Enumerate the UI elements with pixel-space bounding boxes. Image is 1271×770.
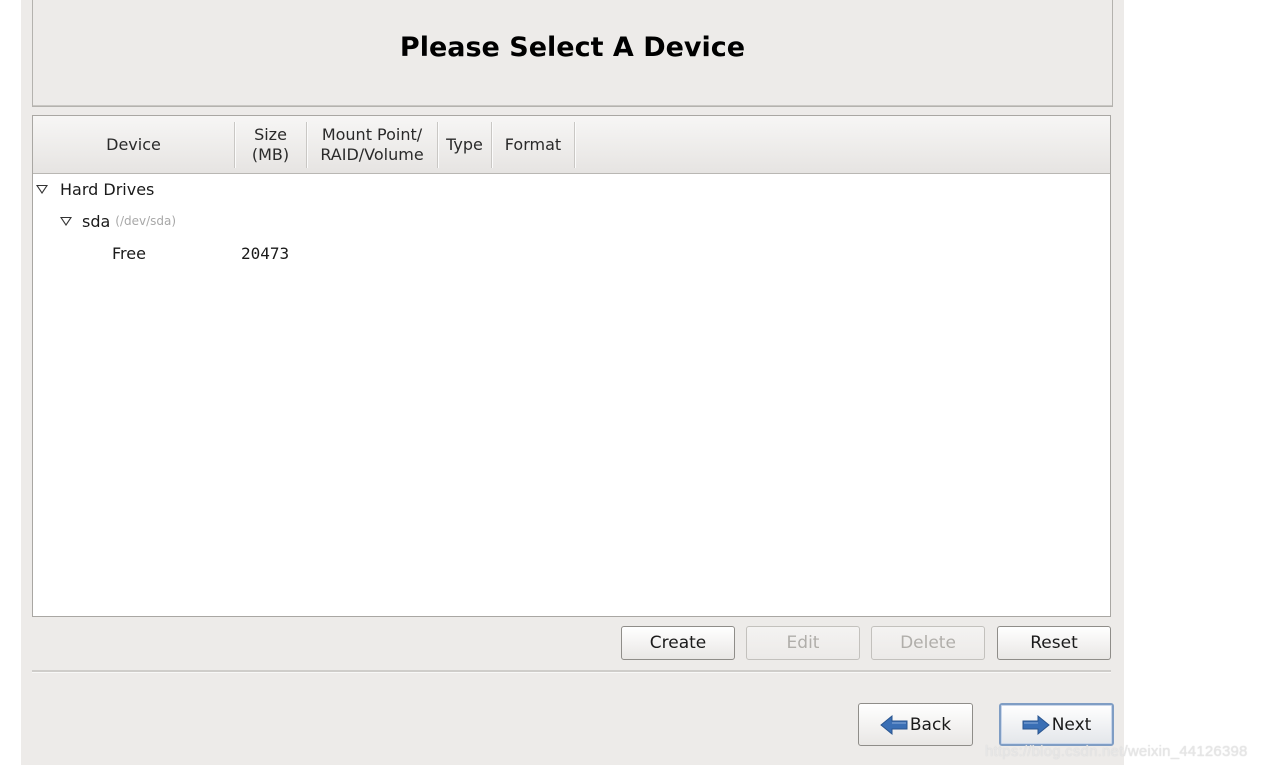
column-header-size[interactable]: Size (MB) (235, 116, 306, 173)
reset-button[interactable]: Reset (997, 626, 1111, 660)
column-header-device[interactable]: Device (33, 116, 234, 173)
device-tree[interactable]: Device Size (MB) Mount Point/ RAID/Volum… (32, 115, 1111, 617)
arrow-right-icon (1022, 714, 1050, 736)
back-button[interactable]: Back (858, 703, 973, 746)
edit-button[interactable]: Edit (746, 626, 860, 660)
tree-row-sda[interactable]: sda (/dev/sda) (60, 206, 176, 236)
installer-window: Please Select A Device Device Size (MB) … (21, 0, 1124, 765)
divider (32, 670, 1111, 673)
header-panel: Please Select A Device (32, 0, 1113, 107)
create-button[interactable]: Create (621, 626, 735, 660)
tree-row-hard-drives[interactable]: Hard Drives (36, 174, 154, 204)
column-header-format[interactable]: Format (492, 116, 574, 173)
page-title: Please Select A Device (399, 32, 746, 63)
expander-expanded-icon[interactable] (36, 184, 48, 194)
delete-button[interactable]: Delete (871, 626, 985, 660)
next-button[interactable]: Next (999, 703, 1114, 746)
tree-header: Device Size (MB) Mount Point/ RAID/Volum… (33, 116, 1110, 174)
tree-row-free[interactable]: Free 20473 (33, 238, 1110, 268)
column-header-mount-point[interactable]: Mount Point/ RAID/Volume (307, 116, 437, 173)
watermark: https://blog.csdn.net/weixin_44126398 (985, 743, 1248, 760)
column-separator[interactable] (574, 122, 575, 168)
column-header-type[interactable]: Type (438, 116, 491, 173)
expander-expanded-icon[interactable] (60, 216, 72, 226)
arrow-left-icon (880, 714, 908, 736)
